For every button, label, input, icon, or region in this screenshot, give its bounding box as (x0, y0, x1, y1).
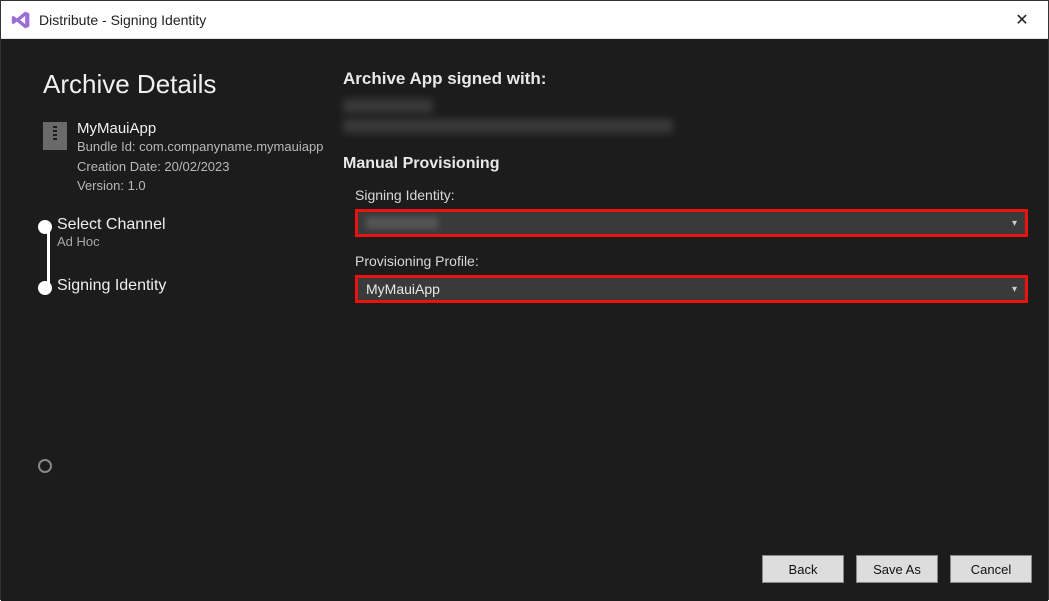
window-title: Distribute - Signing Identity (39, 12, 206, 28)
provisioning-profile-value: MyMauiApp (366, 281, 440, 297)
vs-icon (11, 10, 31, 30)
redacted-text (366, 217, 438, 229)
back-button[interactable]: Back (762, 555, 844, 583)
redacted-text (343, 119, 673, 133)
step-select-channel: Select Channel Ad Hoc (57, 216, 333, 249)
step-label: Signing Identity (57, 277, 333, 295)
main-panel: Archive Details MyMauiApp Bundle Id: com… (1, 39, 1048, 601)
chevron-down-icon: ▾ (1012, 218, 1017, 229)
details-panel: Archive App signed with: Manual Provisio… (333, 69, 1038, 533)
close-icon[interactable]: ✕ (1006, 10, 1038, 30)
step-dot-icon (38, 459, 52, 473)
signing-identity-label: Signing Identity: (355, 187, 1028, 203)
provisioning-profile-combo[interactable]: MyMauiApp ▾ (355, 275, 1028, 303)
signing-identity-combo[interactable]: ▾ (355, 209, 1028, 237)
redacted-text (343, 99, 433, 113)
cancel-button[interactable]: Cancel (950, 555, 1032, 583)
save-as-button[interactable]: Save As (856, 555, 938, 583)
step-label: Select Channel (57, 216, 333, 234)
step-dot-icon (38, 281, 52, 295)
step-signing-identity: Signing Identity (57, 277, 333, 295)
signed-with-title: Archive App signed with: (343, 69, 1028, 89)
manual-provisioning-title: Manual Provisioning (343, 155, 1028, 173)
titlebar: Distribute - Signing Identity ✕ (1, 1, 1048, 39)
provisioning-profile-label: Provisioning Profile: (355, 253, 1028, 269)
sidebar: Archive Details MyMauiApp Bundle Id: com… (43, 69, 333, 533)
app-summary: MyMauiApp Bundle Id: com.companyname.mym… (43, 120, 333, 196)
app-version: Version: 1.0 (77, 176, 323, 196)
app-created: Creation Date: 20/02/2023 (77, 157, 323, 177)
archive-icon (43, 122, 67, 150)
wizard-steps: Select Channel Ad Hoc Signing Identity (41, 216, 333, 295)
app-bundle-id: Bundle Id: com.companyname.mymauiapp (77, 137, 323, 157)
step-dot-icon (38, 220, 52, 234)
step-sublabel: Ad Hoc (57, 234, 333, 249)
app-name: MyMauiApp (77, 120, 323, 137)
chevron-down-icon: ▾ (1012, 284, 1017, 295)
sidebar-heading: Archive Details (43, 69, 333, 100)
footer: Back Save As Cancel (1, 543, 1048, 601)
